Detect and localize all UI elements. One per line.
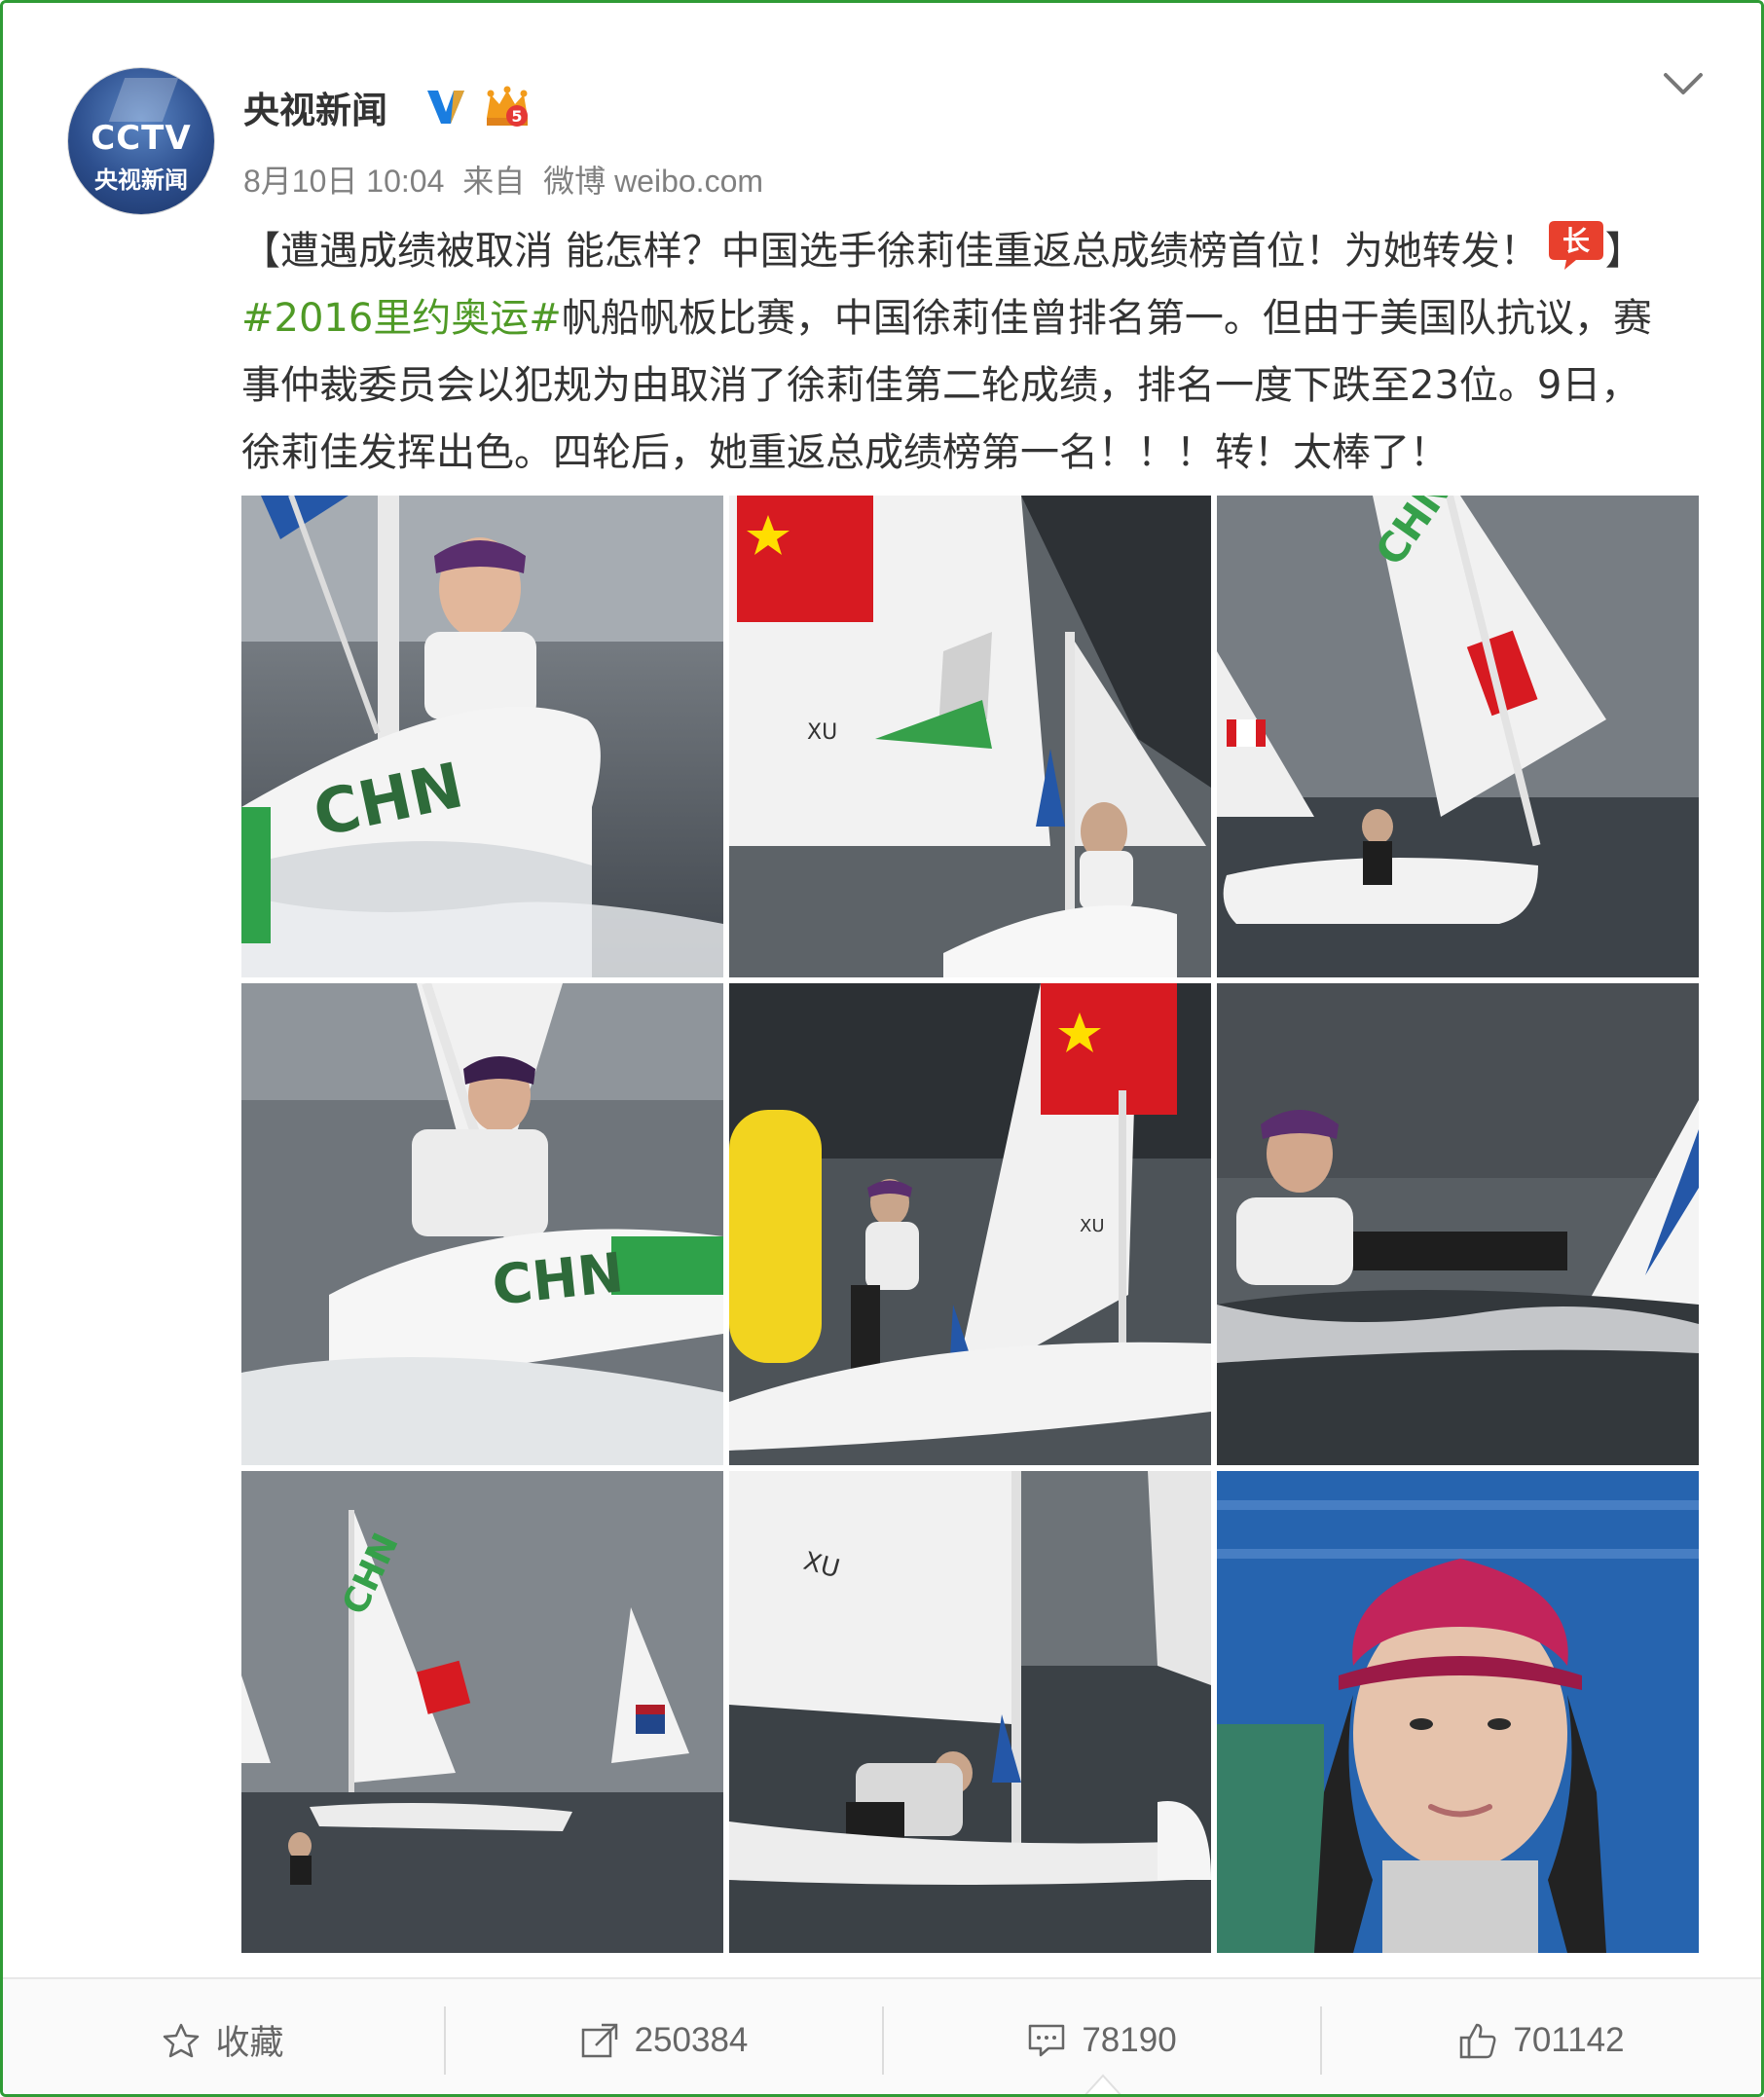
post-title-close: 】	[1604, 229, 1644, 274]
badge-text: 长	[1562, 225, 1590, 257]
weibo-card: CCTV 央视新闻 央视新闻 5 8月10日 10:04 来自 微博 weibo…	[0, 0, 1764, 2097]
post-content: 【遭遇成绩被取消 能怎样？中国选手徐莉佳重返总成绩榜首位！为她转发！ 长 】 #2…	[241, 217, 1677, 487]
post-source[interactable]: 微博 weibo.com	[543, 164, 763, 199]
long-weibo-icon[interactable]: 长	[1547, 217, 1605, 272]
vip-level-text: 5	[511, 107, 522, 126]
photo-1[interactable]: CHN	[241, 496, 723, 977]
post-meta: 8月10日 10:04 来自 微博 weibo.com	[243, 157, 773, 202]
photo-9[interactable]	[1217, 1471, 1699, 1953]
avatar-logo-text: CCTV	[91, 119, 192, 158]
post-time[interactable]: 8月10日 10:04	[243, 164, 444, 199]
account-avatar[interactable]: CCTV 央视新闻	[68, 68, 214, 214]
action-bar: 收藏 250384 78190 701142	[3, 1977, 1761, 2094]
post-title: 【遭遇成绩被取消 能怎样？中国选手徐莉佳重返总成绩榜首位！为她转发！	[241, 229, 1539, 274]
star-icon	[164, 2023, 200, 2057]
photo-6[interactable]	[1217, 983, 1699, 1465]
comment-count: 78190	[1082, 2020, 1177, 2059]
like-count: 701142	[1513, 2020, 1625, 2059]
repost-button[interactable]: 250384	[446, 1979, 882, 2094]
favorite-label: 收藏	[215, 2024, 284, 2062]
vip-crown-icon: 5	[487, 86, 528, 127]
source-from-label: 来自	[462, 164, 526, 199]
chevron-down-icon[interactable]	[1662, 69, 1705, 98]
photo-grid: CHN XU CHN CHN XU CHN XU	[241, 496, 1700, 1953]
comment-caret-icon	[1084, 2074, 1121, 2094]
verified-v-icon	[427, 91, 464, 124]
photo-3[interactable]: CHN	[1217, 496, 1699, 977]
thumbs-up-icon	[1460, 2023, 1496, 2058]
photo-5-caption: XU	[1080, 1216, 1105, 1236]
photo-5[interactable]: XU	[729, 983, 1211, 1465]
photo-2[interactable]: XU	[729, 496, 1211, 977]
favorite-button[interactable]: 收藏	[3, 1979, 444, 2094]
comment-icon	[1029, 2024, 1065, 2056]
avatar-logo-subtext: 央视新闻	[94, 166, 188, 194]
hashtag-link[interactable]: #2016里约奥运#	[241, 296, 562, 341]
like-button[interactable]: 701142	[1322, 1979, 1761, 2094]
photo-4[interactable]: CHN	[241, 983, 723, 1465]
photo-8[interactable]: XU	[729, 1471, 1211, 1953]
account-name[interactable]: 央视新闻	[243, 81, 387, 133]
avatar-sheen	[108, 78, 179, 122]
repost-icon	[581, 2023, 617, 2057]
photo-2-caption: XU	[807, 720, 837, 745]
photo-7[interactable]: CHN	[241, 1471, 723, 1953]
repost-count: 250384	[634, 2020, 749, 2059]
